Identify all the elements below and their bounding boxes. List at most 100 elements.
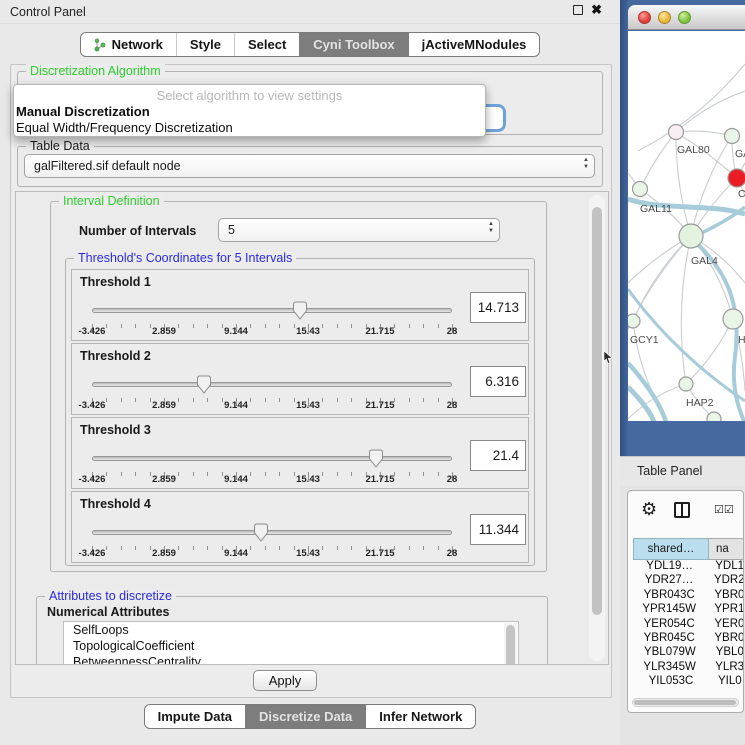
network-edge[interactable] [681,236,691,384]
tab-cyni-toolbox[interactable]: Cyni Toolbox [299,33,407,56]
column-header-na[interactable]: na [709,538,744,560]
network-node-gal80[interactable] [669,125,684,140]
bottom-tab-discretize-data[interactable]: Discretize Data [245,705,365,728]
node-label: GA [735,148,745,160]
mouse-cursor [603,351,613,365]
list-scrollbar[interactable] [504,623,517,665]
thresholds-group: Threshold's Coordinates for 5 Intervals … [65,258,535,566]
table-panel-title: Table Panel [637,464,702,478]
tab-style[interactable]: Style [176,33,234,56]
popup-hint: Select algorithm to view settings [14,88,485,103]
num-intervals-label: Number of Intervals [79,224,196,238]
cell-name: YER0 [705,618,743,632]
network-window-titlebar[interactable] [628,5,745,30]
threshold-panel-threshold-2: Threshold 2 -3.4262.8599.14415.4321.71528… [71,343,529,415]
network-node-hap2[interactable] [679,377,693,391]
table-row[interactable]: YDR27…YDR2 [633,574,743,588]
slider-tick-labels: -3.4262.8599.14415.4321.71528 [92,548,452,560]
cell-shared-name: YER054C [633,618,705,632]
threshold-slider[interactable] [92,449,452,471]
checkbox-icons[interactable]: ☑☑ [714,503,734,516]
cell-name: YBR0 [705,632,743,646]
combo-stepper-icon[interactable]: ▲▼ [583,157,589,170]
slider-thumb-icon[interactable] [292,301,307,320]
zoom-traffic-light-icon[interactable] [678,11,691,24]
network-node[interactable] [707,412,721,421]
slider-thumb-icon[interactable] [196,375,211,394]
table-row[interactable]: YBR043CYBR0 [633,589,743,603]
attributes-group: Attributes to discretize Numerical Attri… [36,596,548,665]
split-view-icon[interactable] [674,502,690,518]
table-data-combo[interactable]: galFiltered.sif default node ▲▼ [24,154,595,178]
slider-track[interactable] [92,308,452,313]
table-row[interactable]: YLR345WYLR3 [633,661,743,675]
algorithm-option-manual-discretization[interactable]: Manual Discretization [16,104,483,120]
threshold-value-input[interactable]: 21.4 [470,440,526,471]
list-scrollbar-thumb[interactable] [506,625,515,665]
close-icon[interactable]: ✖ [591,4,602,16]
table-row[interactable]: YBL079WYBL0 [633,646,743,660]
bottom-tab-infer-network[interactable]: Infer Network [365,705,475,728]
cell-name: YDR2 [705,574,743,588]
num-intervals-combo[interactable]: 5 ▲▼ [218,218,500,242]
list-item-topologicalcoefficient[interactable]: TopologicalCoefficient [64,638,518,654]
slider-track[interactable] [92,456,452,461]
tab-label: Infer Network [379,709,462,724]
network-edge[interactable] [676,91,745,132]
threshold-value-input[interactable]: 11.344 [470,514,526,545]
table-row[interactable]: YBR045CYBR0 [633,632,743,646]
list-item-selfloops[interactable]: SelfLoops [64,622,518,638]
column-header-shared-[interactable]: shared… [633,538,709,560]
threshold-label: Threshold 2 [80,349,151,363]
table-row[interactable]: YDL19…YDL1 [633,560,743,574]
apply-button[interactable]: Apply [253,670,317,691]
algorithm-option-equal-width-frequency-discretization[interactable]: Equal Width/Frequency Discretization [16,120,483,136]
network-node-c[interactable] [728,169,745,187]
slider-track[interactable] [92,382,452,387]
table-row[interactable]: YER054CYER0 [633,618,743,632]
list-item-betweennesscentrality[interactable]: BetweennessCentrality [64,654,518,665]
network-node-gcy1[interactable] [628,314,640,328]
node-label: GAL11 [640,203,672,215]
threshold-slider[interactable] [92,301,452,323]
table-row[interactable]: YPR145WYPR1 [633,603,743,617]
settings-scrollbar-thumb[interactable] [592,207,602,615]
num-intervals-value: 5 [228,223,235,237]
slider-tick-labels: -3.4262.8599.14415.4321.71528 [92,326,452,338]
control-panel-tabs: NetworkStyleSelectCyni ToolboxjActiveMNo… [0,32,620,57]
table-row[interactable]: YIL053CYIL0 [633,675,743,689]
tab-select[interactable]: Select [234,33,299,56]
attributes-group-title: Attributes to discretize [45,589,176,603]
minimize-traffic-light-icon[interactable] [658,11,671,24]
threshold-slider[interactable] [92,375,452,397]
tab-jactivemnodules[interactable]: jActiveMNodules [408,33,540,56]
network-node-gal4[interactable] [679,224,703,248]
network-node-ga[interactable] [725,129,740,144]
combo-stepper-icon[interactable]: ▲▼ [488,221,494,234]
close-traffic-light-icon[interactable] [638,11,651,24]
threshold-value-input[interactable]: 6.316 [470,366,526,397]
network-canvas[interactable]: GAL80GACGAL11GAL4GCY1HHAP2 [628,31,745,421]
numerical-attributes-list[interactable]: SelfLoopsTopologicalCoefficientBetweenne… [63,621,519,665]
network-node-h[interactable] [723,309,743,329]
settings-scrollbar[interactable] [589,195,605,661]
network-edge[interactable] [640,132,676,189]
bottom-tab-impute-data[interactable]: Impute Data [145,705,245,728]
slider-thumb-icon[interactable] [369,449,384,468]
numerical-attributes-label: Numerical Attributes [47,605,169,619]
cell-name: YLR3 [706,661,743,675]
threshold-slider[interactable] [92,523,452,545]
network-edge[interactable] [676,131,732,136]
cell-shared-name: YIL053C [633,675,709,689]
gear-icon[interactable]: ⚙ [641,499,657,520]
network-edge[interactable] [691,236,733,319]
tab-network[interactable]: Network [81,33,176,56]
slider-tick-labels: -3.4262.8599.14415.4321.71528 [92,400,452,412]
slider-thumb-icon[interactable] [254,523,269,542]
slider-track[interactable] [92,530,452,535]
table-horizontal-scrollbar-thumb[interactable] [634,700,736,705]
table-horizontal-scrollbar[interactable] [632,698,739,707]
threshold-value-input[interactable]: 14.713 [470,292,526,323]
network-node-gal11[interactable] [633,182,648,197]
float-window-icon[interactable] [573,5,583,15]
